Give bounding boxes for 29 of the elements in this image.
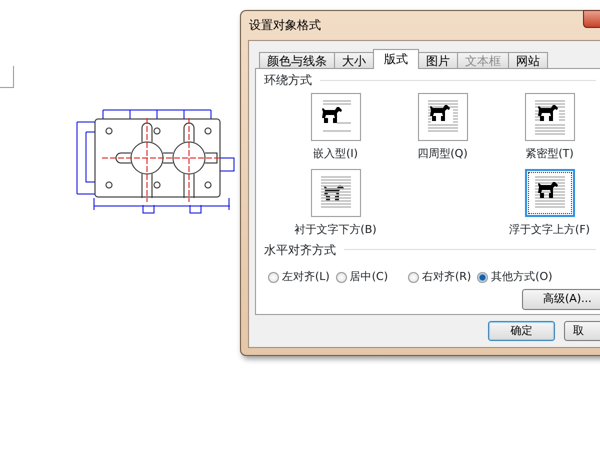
radio-button[interactable] [336,272,347,282]
option-label: 衬于文字下方(B) [294,222,377,238]
window-title: 设置对象格式 [248,17,321,34]
tab[interactable]: 颜色与线条 [259,52,335,69]
wrap-style-button[interactable] [524,168,574,216]
radio-label: 右对齐(R) [422,268,472,285]
wrap-style-button[interactable] [524,93,574,141]
wrap-style-button[interactable] [310,93,360,141]
option-label: 紧密型(T) [525,146,574,162]
radio-button[interactable] [408,272,419,282]
tab[interactable]: 网站 [508,52,548,69]
radio-label: 其他方式(O) [491,268,552,285]
radio-label: 居中(C) [350,268,388,285]
tab[interactable]: 大小 [334,52,374,69]
page-corner-mark [0,66,14,88]
radio-button[interactable] [268,272,279,282]
wrap-style-button[interactable] [418,93,468,141]
option-label: 四周型(Q) [417,146,468,162]
radio-label: 左对齐(L) [282,268,330,285]
close-button[interactable] [583,10,600,28]
option-label: 浮于文字上方(F) [509,222,590,238]
option-label: 嵌入型(I) [313,146,358,162]
radio-button[interactable] [477,272,488,282]
section-title: 环绕方式 [264,72,312,89]
tab[interactable]: 版式 [373,49,419,69]
advanced-button[interactable]: 高级(A)... [522,289,600,310]
cancel-button[interactable]: 取 [564,321,600,341]
ok-button[interactable]: 确定 [488,321,555,341]
section-title: 水平对齐方式 [264,242,336,259]
